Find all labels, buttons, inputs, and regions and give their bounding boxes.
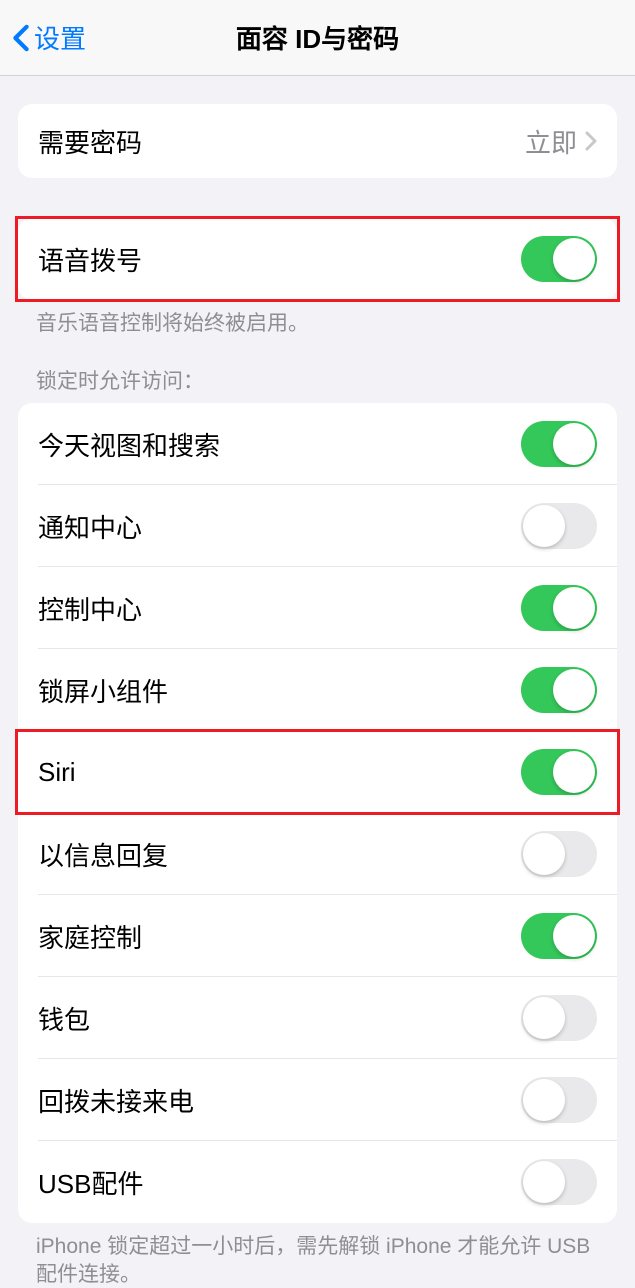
locked-access-footer: iPhone 锁定超过一小时后，需先解锁 iPhone 才能允许 USB 配件连…	[36, 1233, 599, 1288]
locked-access-label: 以信息回复	[38, 836, 168, 873]
voice-dial-row: 语音拨号	[18, 218, 617, 300]
locked-access-toggle[interactable]	[521, 831, 597, 877]
locked-access-toggle[interactable]	[521, 503, 597, 549]
locked-access-label: 回拨未接来电	[38, 1082, 194, 1119]
locked-access-toggle[interactable]	[521, 913, 597, 959]
locked-access-label: 锁屏小组件	[38, 672, 168, 709]
locked-access-row: 家庭控制	[18, 895, 617, 977]
voice-dial-label: 语音拨号	[38, 241, 142, 278]
locked-access-row: 钱包	[18, 977, 617, 1059]
locked-access-label: 控制中心	[38, 590, 142, 627]
chevron-right-icon	[585, 131, 597, 151]
locked-access-group: 今天视图和搜索通知中心控制中心锁屏小组件 Siri 以信息回复家庭控制钱包回拨未接来…	[18, 403, 617, 1223]
locked-access-row: 锁屏小组件	[18, 649, 617, 731]
voice-dial-toggle[interactable]	[521, 236, 597, 282]
locked-access-header: 锁定时允许访问：	[36, 365, 599, 395]
chevron-left-icon	[12, 24, 30, 52]
locked-access-row: 今天视图和搜索	[18, 403, 617, 485]
locked-access-toggle[interactable]	[521, 1077, 597, 1123]
locked-access-row: 控制中心	[18, 567, 617, 649]
locked-access-label: 通知中心	[38, 508, 142, 545]
password-group: 需要密码 立即	[18, 104, 617, 178]
locked-access-label: 今天视图和搜索	[38, 426, 220, 463]
locked-access-toggle[interactable]	[521, 585, 597, 631]
locked-access-label: 钱包	[38, 1000, 90, 1037]
require-password-row[interactable]: 需要密码 立即	[18, 104, 617, 178]
back-label: 设置	[34, 19, 86, 56]
locked-access-toggle[interactable]	[521, 421, 597, 467]
locked-access-row: 以信息回复	[18, 813, 617, 895]
locked-access-toggle[interactable]	[521, 749, 597, 795]
locked-access-label: USB配件	[38, 1164, 143, 1201]
locked-access-label: Siri	[38, 757, 76, 788]
require-password-value: 立即	[525, 123, 577, 160]
locked-access-row: USB配件	[18, 1141, 617, 1223]
locked-access-row: 通知中心	[18, 485, 617, 567]
require-password-label: 需要密码	[38, 123, 142, 160]
voice-dial-footer: 音乐语音控制将始终被启用。	[36, 310, 599, 337]
locked-access-row: Siri	[18, 731, 617, 813]
locked-access-toggle[interactable]	[521, 667, 597, 713]
locked-access-row: 回拨未接来电	[18, 1059, 617, 1141]
locked-access-label: 家庭控制	[38, 918, 142, 955]
locked-access-toggle[interactable]	[521, 995, 597, 1041]
page-title: 面容 ID与密码	[236, 19, 399, 56]
voice-dial-group: 语音拨号	[18, 218, 617, 300]
navigation-header: 设置 面容 ID与密码	[0, 0, 635, 76]
back-button[interactable]: 设置	[12, 19, 86, 56]
locked-access-toggle[interactable]	[521, 1159, 597, 1205]
